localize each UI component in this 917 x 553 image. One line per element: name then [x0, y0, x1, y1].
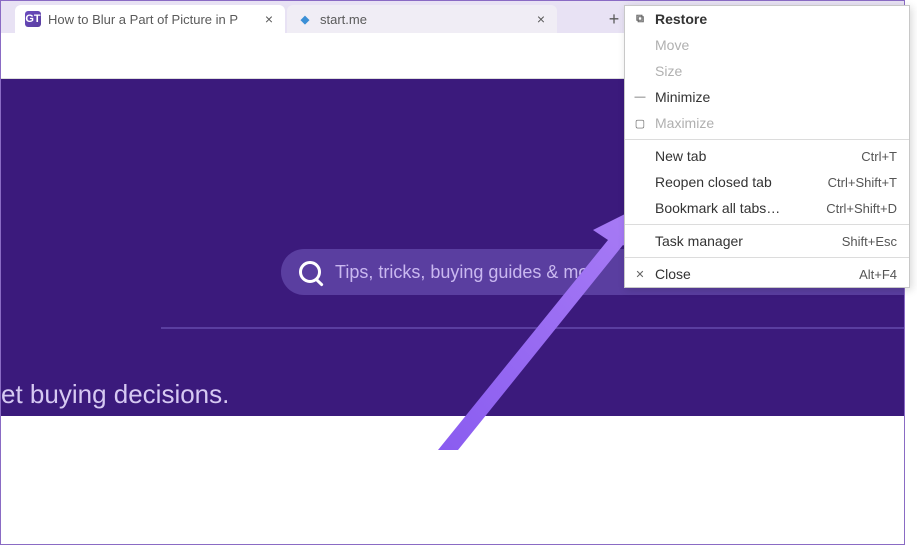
menu-separator [625, 257, 909, 258]
tab-title: start.me [320, 12, 526, 27]
search-icon [299, 261, 321, 283]
close-icon[interactable]: × [261, 11, 277, 27]
menu-label: Reopen closed tab [655, 174, 772, 190]
menu-label: Size [655, 63, 682, 79]
minimize-icon: — [633, 90, 647, 104]
menu-separator [625, 139, 909, 140]
menu-label: New tab [655, 148, 706, 164]
menu-item-task-manager[interactable]: Task manager Shift+Esc [625, 228, 909, 254]
menu-label: Maximize [655, 115, 714, 131]
menu-item-move: Move [625, 32, 909, 58]
search-placeholder: Tips, tricks, buying guides & mor [335, 262, 594, 283]
menu-shortcut: Ctrl+Shift+T [828, 175, 897, 190]
maximize-icon: ▢ [633, 116, 647, 130]
close-icon[interactable]: × [533, 11, 549, 27]
menu-label: Close [655, 266, 691, 282]
favicon-guiding-tech: GT [25, 11, 41, 27]
content-band [1, 416, 904, 544]
menu-item-size: Size [625, 58, 909, 84]
menu-shortcut: Ctrl+T [861, 149, 897, 164]
menu-label: Minimize [655, 89, 710, 105]
tab-background[interactable]: ◆ start.me × [287, 5, 557, 33]
menu-item-maximize: ▢ Maximize [625, 110, 909, 136]
new-tab-button[interactable]: + [604, 9, 624, 29]
favicon-startme: ◆ [297, 11, 313, 27]
menu-item-close[interactable]: ✕ Close Alt+F4 [625, 261, 909, 287]
menu-item-bookmark-all[interactable]: Bookmark all tabs… Ctrl+Shift+D [625, 195, 909, 221]
menu-item-restore[interactable]: ⧉ Restore [625, 6, 909, 32]
tab-active[interactable]: GT How to Blur a Part of Picture in P × [15, 5, 285, 33]
menu-label: Task manager [655, 233, 743, 249]
menu-shortcut: Shift+Esc [842, 234, 897, 249]
close-icon: ✕ [633, 267, 647, 281]
menu-separator [625, 224, 909, 225]
tagline-text: et buying decisions. [1, 379, 229, 410]
menu-label: Restore [655, 11, 707, 27]
menu-label: Bookmark all tabs… [655, 200, 780, 216]
tab-title: How to Blur a Part of Picture in P [48, 12, 254, 27]
restore-icon: ⧉ [633, 12, 647, 26]
menu-item-minimize[interactable]: — Minimize [625, 84, 909, 110]
menu-shortcut: Alt+F4 [859, 267, 897, 282]
menu-label: Move [655, 37, 689, 53]
menu-shortcut: Ctrl+Shift+D [826, 201, 897, 216]
window-context-menu: ⧉ Restore Move Size — Minimize ▢ Maximiz… [624, 5, 910, 288]
menu-item-new-tab[interactable]: New tab Ctrl+T [625, 143, 909, 169]
menu-item-reopen-tab[interactable]: Reopen closed tab Ctrl+Shift+T [625, 169, 909, 195]
divider [161, 327, 904, 329]
